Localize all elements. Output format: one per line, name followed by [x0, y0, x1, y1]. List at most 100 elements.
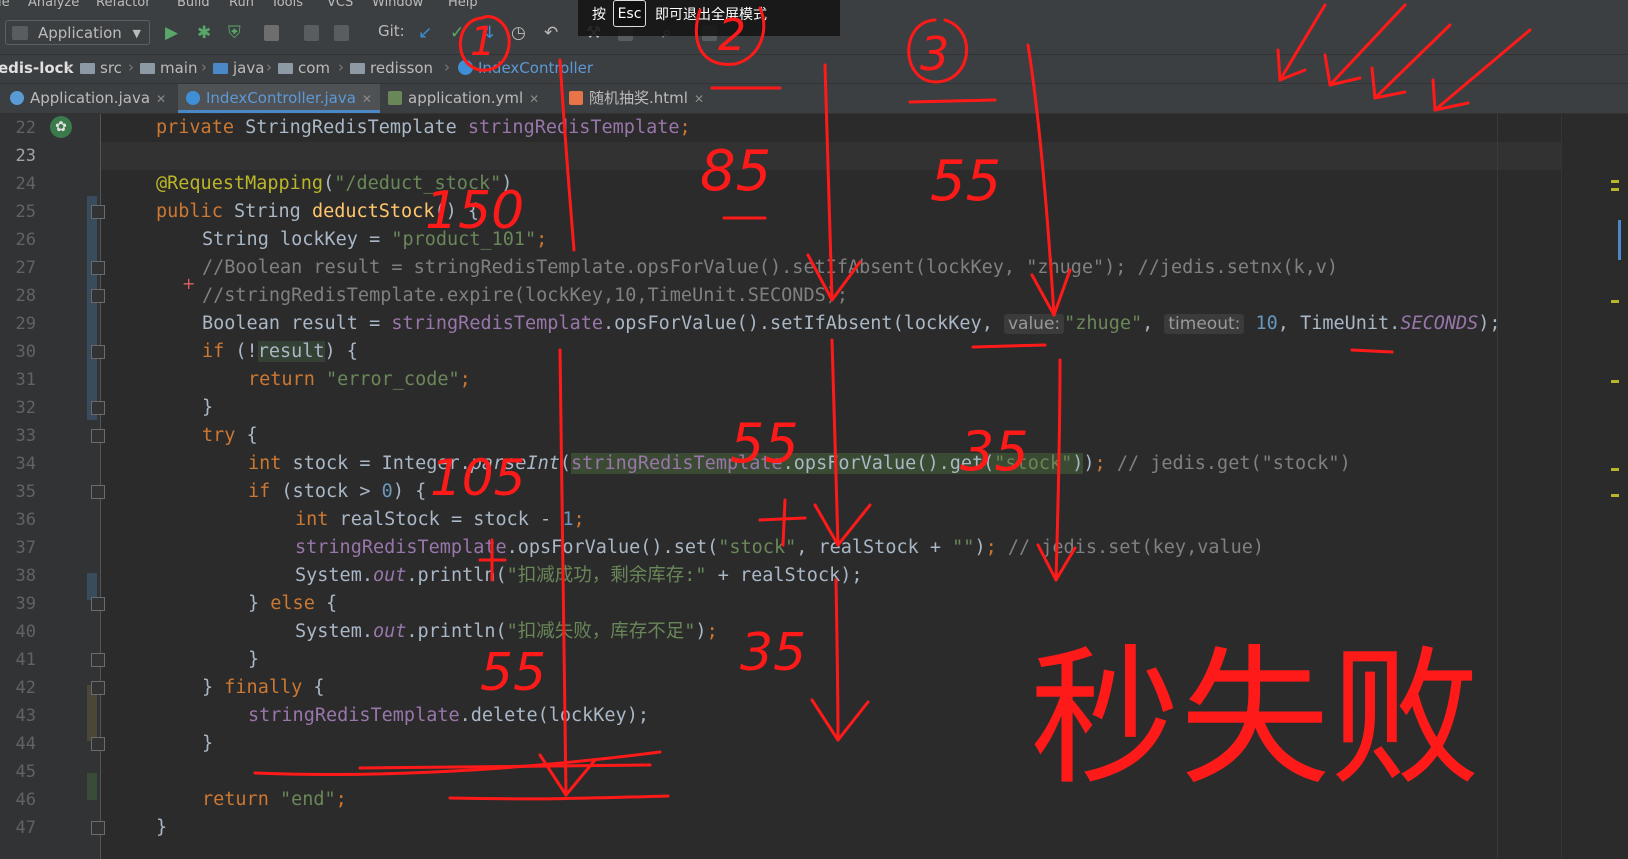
warning-marker[interactable] [1611, 468, 1619, 471]
code-token: (stock > [270, 481, 382, 502]
fold-toggle-icon[interactable] [91, 681, 105, 695]
breadcrumb-label: main [160, 59, 198, 77]
warning-marker[interactable] [1611, 180, 1619, 183]
scroll-thumb[interactable] [1618, 220, 1621, 260]
fold-toggle-icon[interactable] [91, 401, 105, 415]
menu-vcs[interactable]: VCS [327, 0, 353, 10]
underline-lockkey [971, 343, 1047, 349]
stop-icon[interactable] [264, 25, 279, 41]
tab-application-java[interactable]: Application.java ✕ [10, 84, 166, 113]
tab-random-lottery-html[interactable]: 随机抽奖.html ✕ [569, 84, 704, 113]
git-update-icon[interactable]: ↙ [418, 24, 432, 42]
chevron-down-icon: ▼ [132, 27, 141, 40]
menu-window[interactable]: Window [372, 0, 423, 10]
menu-tools[interactable]: Tools [271, 0, 303, 10]
close-icon[interactable]: ✕ [362, 92, 372, 106]
code-token: SECONDS [1400, 313, 1479, 334]
fold-toggle-icon[interactable] [91, 821, 105, 835]
code-token: deductStock [311, 201, 435, 222]
code-token: @RequestMapping [156, 173, 324, 194]
tab-label: 随机抽奖.html [589, 89, 688, 107]
rollback-icon[interactable]: ↶ [544, 24, 558, 42]
menu-run[interactable]: Run [229, 0, 254, 10]
run-with-coverage-icon[interactable]: ⛨ [228, 24, 241, 42]
code-token: stringRedisTemplate [248, 705, 460, 726]
code-token: 10 [1255, 313, 1278, 334]
breadcrumb-src[interactable]: src [80, 59, 122, 77]
code-line-39: } else { [248, 593, 338, 614]
fold-toggle-icon[interactable] [91, 429, 105, 443]
code-token: "扣减成功，剩余库存:" [506, 565, 707, 586]
arrow-head [810, 698, 870, 742]
close-icon[interactable]: ✕ [694, 92, 704, 106]
code-token: "end" [279, 789, 336, 810]
run-configuration-select[interactable]: Application ▼ [5, 20, 150, 45]
line-number: 47 [15, 818, 36, 838]
close-icon[interactable]: ✕ [156, 92, 166, 106]
code-token: if [202, 341, 225, 362]
class-icon [458, 60, 473, 75]
code-token: String [233, 201, 301, 222]
warning-marker[interactable] [1611, 494, 1619, 497]
code-line-35: if (stock > 0) { [248, 481, 427, 502]
close-icon[interactable]: ✕ [529, 92, 539, 106]
add-icon[interactable]: + [182, 274, 195, 293]
fold-toggle-icon[interactable] [91, 485, 105, 499]
fold-toggle-icon[interactable] [91, 597, 105, 611]
git-commit-icon[interactable]: ✓ [450, 24, 464, 42]
code-line-24: @RequestMapping("/deduct_stock") [156, 173, 513, 194]
code-token: "stock" [994, 453, 1073, 474]
code-token: else [270, 593, 315, 614]
code-token: // jedis.get("stock") [1116, 453, 1351, 474]
menu-build[interactable]: Build [177, 0, 210, 10]
code-token: stringRedisTemplate [571, 453, 783, 474]
fold-toggle-icon[interactable] [91, 261, 105, 275]
code-token: "product_101" [391, 229, 537, 250]
editor-tabs: Application.java ✕ IndexController.java ✕ … [0, 84, 1628, 114]
code-token: "stock" [718, 537, 797, 558]
menu-help[interactable]: Help [448, 0, 478, 10]
breadcrumb-com[interactable]: com [278, 59, 330, 77]
code-token: int [248, 453, 282, 474]
warning-marker[interactable] [1611, 380, 1619, 383]
menu-refactor[interactable]: Refactor [96, 0, 151, 10]
fold-toggle-icon[interactable] [91, 737, 105, 751]
tab-application-yml[interactable]: application.yml ✕ [388, 84, 539, 113]
chevron-right-icon: › [266, 58, 272, 76]
tab-label: IndexController.java [206, 89, 356, 107]
build-icon[interactable] [304, 25, 319, 41]
breadcrumb-main[interactable]: main [140, 59, 197, 77]
code-line-33: try { [202, 425, 258, 446]
code-token: , realStock + [796, 537, 953, 558]
code-line-42: } finally { [202, 677, 325, 698]
history-icon[interactable]: ◷ [511, 24, 526, 42]
rebuild-icon[interactable] [334, 25, 349, 41]
git-push-icon[interactable]: ⇅ [480, 24, 494, 42]
warning-marker[interactable] [1611, 188, 1619, 191]
code-token: finally [224, 677, 303, 698]
breadcrumb-java[interactable]: java [213, 59, 264, 77]
code-token: String lockKey = [202, 229, 392, 250]
fold-toggle-icon[interactable] [91, 345, 105, 359]
fold-toggle-icon[interactable] [91, 289, 105, 303]
breadcrumb-label: java [233, 59, 265, 77]
spring-bean-icon[interactable]: ✿ [50, 116, 72, 138]
menu-analyze[interactable]: Analyze [28, 0, 79, 10]
code-token: realStock = stock - [328, 509, 563, 530]
warning-marker[interactable] [1611, 300, 1619, 303]
code-line-47: } [156, 817, 168, 838]
code-token: "/deduct_stock" [334, 173, 502, 194]
breadcrumb-class[interactable]: IndexController [458, 59, 593, 77]
breadcrumb-redisson[interactable]: redisson [350, 59, 433, 77]
code-line-31: return "error_code"; [248, 369, 471, 390]
html-file-icon [569, 91, 583, 105]
code-token: stringRedisTemplate [391, 313, 603, 334]
fold-toggle-icon[interactable] [91, 653, 105, 667]
run-icon[interactable]: ▶ [165, 24, 178, 42]
debug-icon[interactable]: ✱ [197, 24, 211, 42]
vcs-change-marker [87, 196, 97, 420]
breadcrumb: edis-lock › src › main › java › com › re… [0, 55, 1628, 84]
tab-indexcontroller-java[interactable]: IndexController.java ✕ [178, 84, 380, 113]
fold-toggle-icon[interactable] [91, 205, 105, 219]
code-editor[interactable]: private StringRedisTemplate stringRedisT… [0, 0, 1501, 838]
